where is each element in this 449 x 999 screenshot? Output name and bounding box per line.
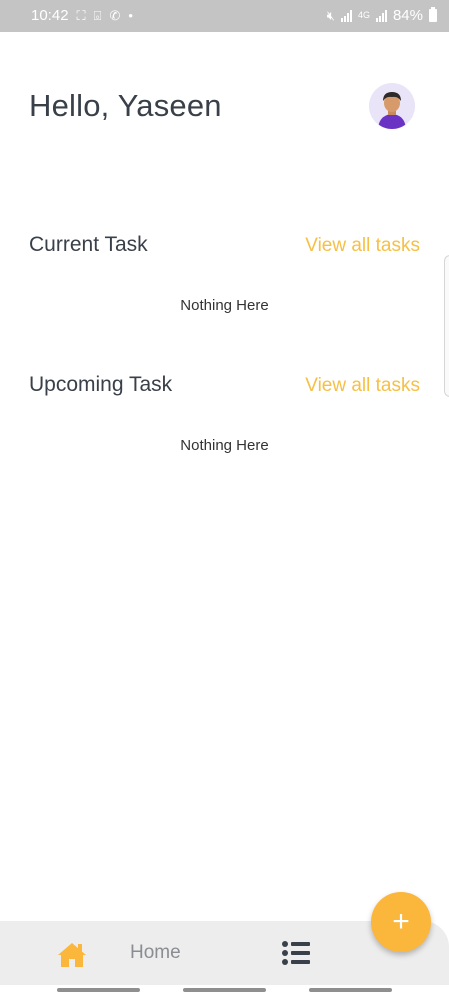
battery-icon — [429, 7, 437, 22]
signal-icon-2 — [375, 9, 387, 22]
task-list-nav-button[interactable] — [282, 941, 310, 965]
current-task-title: Current Task — [29, 233, 148, 256]
add-task-button[interactable]: + — [371, 892, 431, 952]
status-time: 10:42 — [31, 7, 69, 24]
gesture-back-bar[interactable] — [309, 988, 392, 992]
home-nav-label[interactable]: Home — [130, 942, 181, 964]
notification-dot-icon: • — [128, 8, 133, 23]
gesture-recent-bar[interactable] — [57, 988, 140, 992]
home-icon — [58, 943, 86, 967]
status-right: 🔇︎ 4G 84% — [327, 7, 437, 24]
current-task-empty: Nothing Here — [180, 297, 269, 314]
view-all-current-tasks-link[interactable]: View all tasks — [305, 235, 420, 257]
view-all-upcoming-tasks-link[interactable]: View all tasks — [305, 375, 420, 397]
list-icon — [282, 941, 310, 965]
avatar[interactable] — [369, 83, 415, 129]
mute-icon: 🔇︎ — [326, 8, 335, 23]
screenshot-icon: ⛶ — [76, 8, 86, 23]
upcoming-task-empty: Nothing Here — [180, 437, 269, 454]
battery-percent: 84% — [392, 7, 423, 24]
edge-panel-handle[interactable] — [444, 255, 449, 397]
network-type: 4G — [357, 10, 370, 20]
user-avatar-icon — [369, 83, 415, 129]
status-bar: 10:42 ⛶ ⌻ ✆ • 🔇︎ 4G 84% — [0, 0, 449, 32]
home-nav-button[interactable] — [57, 942, 87, 968]
greeting-title: Hello, Yaseen — [29, 88, 222, 123]
whatsapp-icon: ✆ — [109, 8, 121, 23]
plus-icon: + — [392, 905, 410, 938]
status-left: 10:42 ⛶ ⌻ ✆ • — [31, 7, 133, 24]
signal-icon — [340, 9, 352, 22]
upcoming-task-title: Upcoming Task — [29, 373, 173, 396]
gesture-home-bar[interactable] — [183, 988, 266, 992]
scan-icon: ⌻ — [93, 8, 102, 23]
